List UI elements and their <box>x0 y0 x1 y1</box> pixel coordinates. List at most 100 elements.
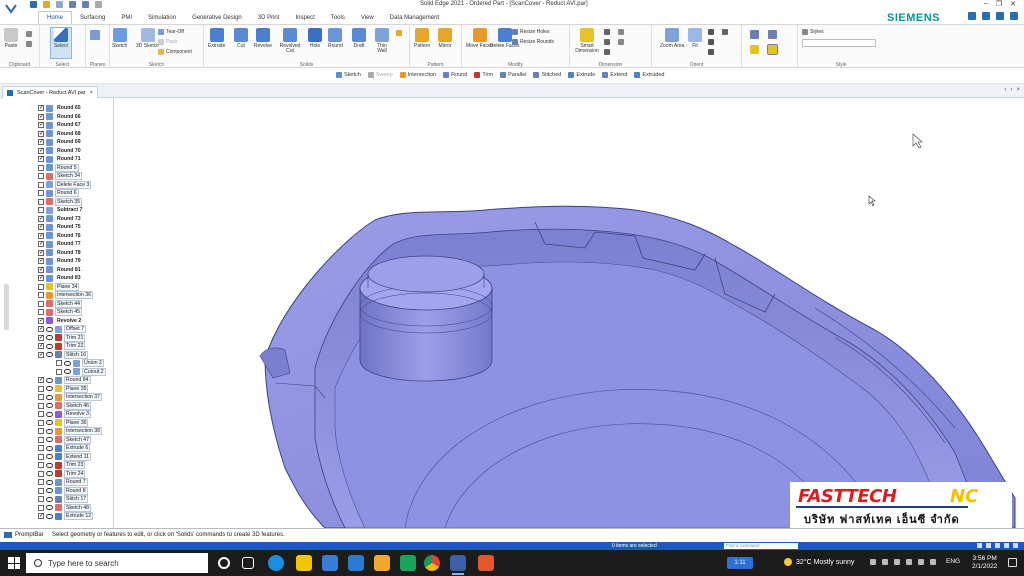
revolve-button[interactable]: Revolve <box>254 28 272 49</box>
tree-item-checkbox[interactable] <box>38 385 44 392</box>
eye-icon[interactable] <box>46 454 53 460</box>
command-sketch[interactable]: Sketch <box>336 72 361 78</box>
cortana-icon[interactable] <box>218 557 230 569</box>
extrude-button[interactable]: Extrude <box>208 28 225 49</box>
eye-icon[interactable] <box>46 377 53 383</box>
tree-item-checkbox[interactable] <box>38 394 44 401</box>
tree-item-checkbox[interactable] <box>38 325 44 333</box>
tree-item[interactable]: Round 70 <box>38 147 83 156</box>
hole-button[interactable]: Hole <box>308 28 322 49</box>
task-view-icon[interactable] <box>242 557 254 569</box>
tree-item-checkbox[interactable] <box>38 411 44 418</box>
tree-item-checkbox[interactable] <box>38 207 44 214</box>
eye-icon[interactable] <box>46 488 53 494</box>
draft-button[interactable]: Draft <box>352 28 366 49</box>
tree-item-checkbox[interactable] <box>38 436 44 443</box>
view-iso-icon[interactable] <box>768 30 777 39</box>
tree-item[interactable]: Round 69 <box>38 138 83 147</box>
copy-small-icon[interactable] <box>26 41 32 47</box>
tree-item[interactable]: Round 76 <box>38 232 83 241</box>
command-round[interactable]: Round <box>443 72 467 78</box>
save-icon[interactable] <box>30 1 37 8</box>
sketch-button[interactable]: Sketch <box>112 28 127 49</box>
graphics-viewport[interactable] <box>115 98 1024 528</box>
sketch-3d-button[interactable]: 3D Sketch <box>136 28 159 49</box>
tree-item-checkbox[interactable] <box>38 232 44 239</box>
rotate-view-icon[interactable] <box>1013 543 1018 548</box>
tree-item-checkbox[interactable] <box>38 257 44 265</box>
tree-item-checkbox[interactable] <box>38 266 44 273</box>
shaded-edges-icon[interactable] <box>767 44 778 55</box>
command-finder-input[interactable]: Find a command <box>724 543 798 549</box>
command-sweep[interactable]: Sweep <box>367 72 393 78</box>
tree-item[interactable]: Stitch 17 <box>38 495 89 504</box>
tree-item-checkbox[interactable] <box>38 240 44 248</box>
tree-item-checkbox[interactable] <box>38 470 44 477</box>
eye-icon[interactable] <box>46 479 53 485</box>
dimension-tool-3-icon[interactable] <box>604 49 610 55</box>
tree-item[interactable]: Trim 23 <box>38 461 86 470</box>
tree-item-checkbox[interactable] <box>38 300 44 307</box>
tree-item[interactable]: Round 7 <box>38 478 88 487</box>
tree-item[interactable]: Stitch 16 <box>38 350 89 360</box>
dimension-tool-5-icon[interactable] <box>618 39 624 45</box>
minimize-icon[interactable]: – <box>984 0 988 8</box>
tree-item-checkbox[interactable] <box>38 376 44 384</box>
eye-icon[interactable] <box>46 437 53 443</box>
cut-small-icon[interactable] <box>26 31 32 37</box>
tab-list-icon[interactable]: ‹ <box>1004 87 1006 93</box>
volume-icon[interactable] <box>906 559 912 565</box>
eye-icon[interactable] <box>46 445 53 451</box>
weather-widget[interactable]: 32°C Mostly sunny <box>784 558 854 566</box>
tree-item[interactable]: Plane 34 <box>38 282 80 292</box>
tree-item[interactable]: Round 77 <box>38 240 83 249</box>
tree-item[interactable]: Round 75 <box>38 223 83 232</box>
open-icon[interactable] <box>43 1 50 8</box>
thin-wall-button[interactable]: Thin Wall <box>374 28 390 54</box>
tree-item[interactable]: Trim 21 <box>38 333 86 343</box>
styles-button[interactable]: Styles <box>802 29 824 35</box>
revolved-cut-button[interactable]: Revolved Cut <box>278 28 302 54</box>
plane-icon[interactable] <box>90 30 100 40</box>
smart-dimension-button[interactable]: Smart Dimension <box>574 28 600 54</box>
tab-generative-design[interactable]: Generative Design <box>184 12 250 24</box>
tree-item-checkbox[interactable] <box>38 342 44 350</box>
tree-item[interactable]: Round 6 <box>38 189 79 198</box>
dimension-tool-4-icon[interactable] <box>618 29 624 35</box>
part-model[interactable] <box>115 98 1024 528</box>
eye-icon[interactable] <box>46 335 53 341</box>
tree-item-checkbox[interactable] <box>38 198 44 205</box>
eye-icon[interactable] <box>46 394 53 400</box>
command-trim[interactable]: Trim <box>474 72 493 78</box>
solids-more-icon[interactable] <box>396 30 402 36</box>
close-document-icon[interactable]: × <box>1016 87 1020 93</box>
eye-icon[interactable] <box>46 462 53 468</box>
tree-item[interactable]: Plane 35 <box>38 384 89 394</box>
tree-item[interactable]: Offset 7 <box>38 325 87 334</box>
restore-icon[interactable]: ❐ <box>996 0 1002 8</box>
tree-item[interactable]: Round 67 <box>38 121 83 130</box>
command-extruded[interactable]: Extruded <box>634 72 664 78</box>
zoom-area-button[interactable]: Zoom Area <box>660 28 684 49</box>
tab-pmi[interactable]: PMI <box>113 12 140 24</box>
tab-3d-print[interactable]: 3D Print <box>250 12 288 24</box>
tree-item-checkbox[interactable] <box>38 462 44 469</box>
tree-item[interactable]: Union 2 <box>56 359 104 368</box>
tree-item[interactable]: Round 84 <box>38 376 91 385</box>
tree-item[interactable]: Sketch 34 <box>38 172 83 181</box>
language-indicator[interactable]: ENG <box>946 558 960 565</box>
tree-item-checkbox[interactable] <box>38 419 44 426</box>
tab-home[interactable]: Home <box>38 11 73 24</box>
xbox-icon[interactable] <box>400 555 416 571</box>
pads-button[interactable]: Pads <box>158 39 177 45</box>
edge-browser-icon[interactable] <box>268 555 284 571</box>
customize-icon[interactable] <box>95 1 102 8</box>
chrome-icon[interactable] <box>424 555 440 571</box>
fit-button[interactable]: Fit <box>688 28 702 49</box>
tree-item[interactable]: Intersection 38 <box>38 427 103 436</box>
tree-item-checkbox[interactable] <box>38 223 44 231</box>
tree-item-checkbox[interactable] <box>56 360 62 367</box>
command-extrude[interactable]: Extrude <box>568 72 595 78</box>
tree-item-checkbox[interactable] <box>38 334 44 341</box>
tree-item[interactable]: Round 79 <box>38 257 83 266</box>
